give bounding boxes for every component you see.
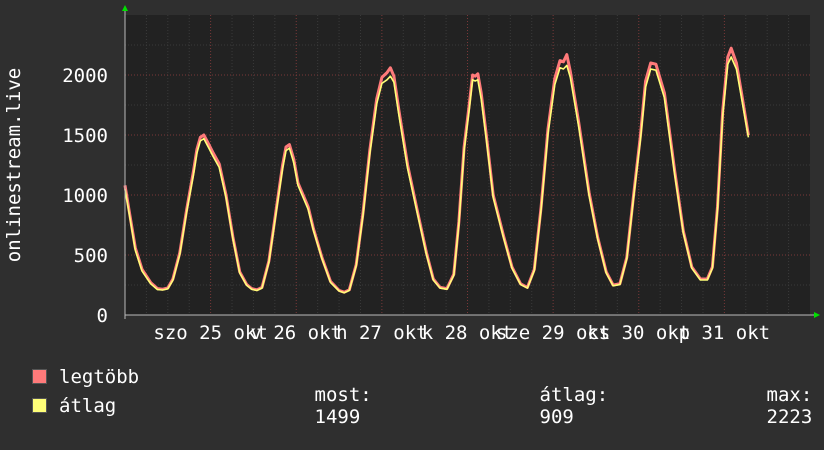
x-tick-label: cs 30 okt	[587, 322, 690, 344]
stat-current-label: most:	[314, 383, 372, 406]
legend-label-max: legtöbb	[59, 365, 140, 388]
y-axis-arrow	[122, 5, 128, 11]
stat-average-label: átlag:	[539, 383, 609, 406]
y-tick-label: 0	[97, 305, 108, 327]
y-tick-label: 1500	[62, 125, 108, 147]
y-axis-label: onlinestream.live	[3, 68, 25, 262]
legend-row-avg: átlag most: 1499 átlag: 909 max: 2223	[32, 384, 812, 428]
chart: 0 500 1000 1500 2000 szo 25 okt v 26 okt h 27 o…	[0, 0, 824, 430]
legend: legtöbb átlag most: 1499 átlag: 909 max:…	[32, 362, 812, 428]
x-axis-arrow	[814, 312, 820, 318]
x-tick-label: p 31 okt	[679, 322, 771, 344]
stat-maximum-value: 2223	[766, 405, 813, 428]
legend-swatch-max	[32, 369, 47, 384]
legend-swatch-avg	[32, 398, 47, 413]
stat-average-value: 909	[539, 405, 574, 428]
legend-label-avg: átlag	[59, 394, 117, 417]
stat-maximum-label: max:	[766, 383, 813, 406]
stat-maximum: max: 2223	[675, 362, 813, 450]
x-tick-label: v 26 okt	[250, 322, 342, 344]
stat-average: átlag: 909	[448, 362, 675, 450]
stat-current: most: 1499	[223, 362, 448, 450]
y-tick-label: 2000	[62, 65, 108, 87]
y-tick-label: 500	[74, 245, 108, 267]
stat-current-value: 1499	[314, 405, 361, 428]
y-tick-label: 1000	[62, 185, 108, 207]
x-tick-label: h 27 okt	[336, 322, 428, 344]
